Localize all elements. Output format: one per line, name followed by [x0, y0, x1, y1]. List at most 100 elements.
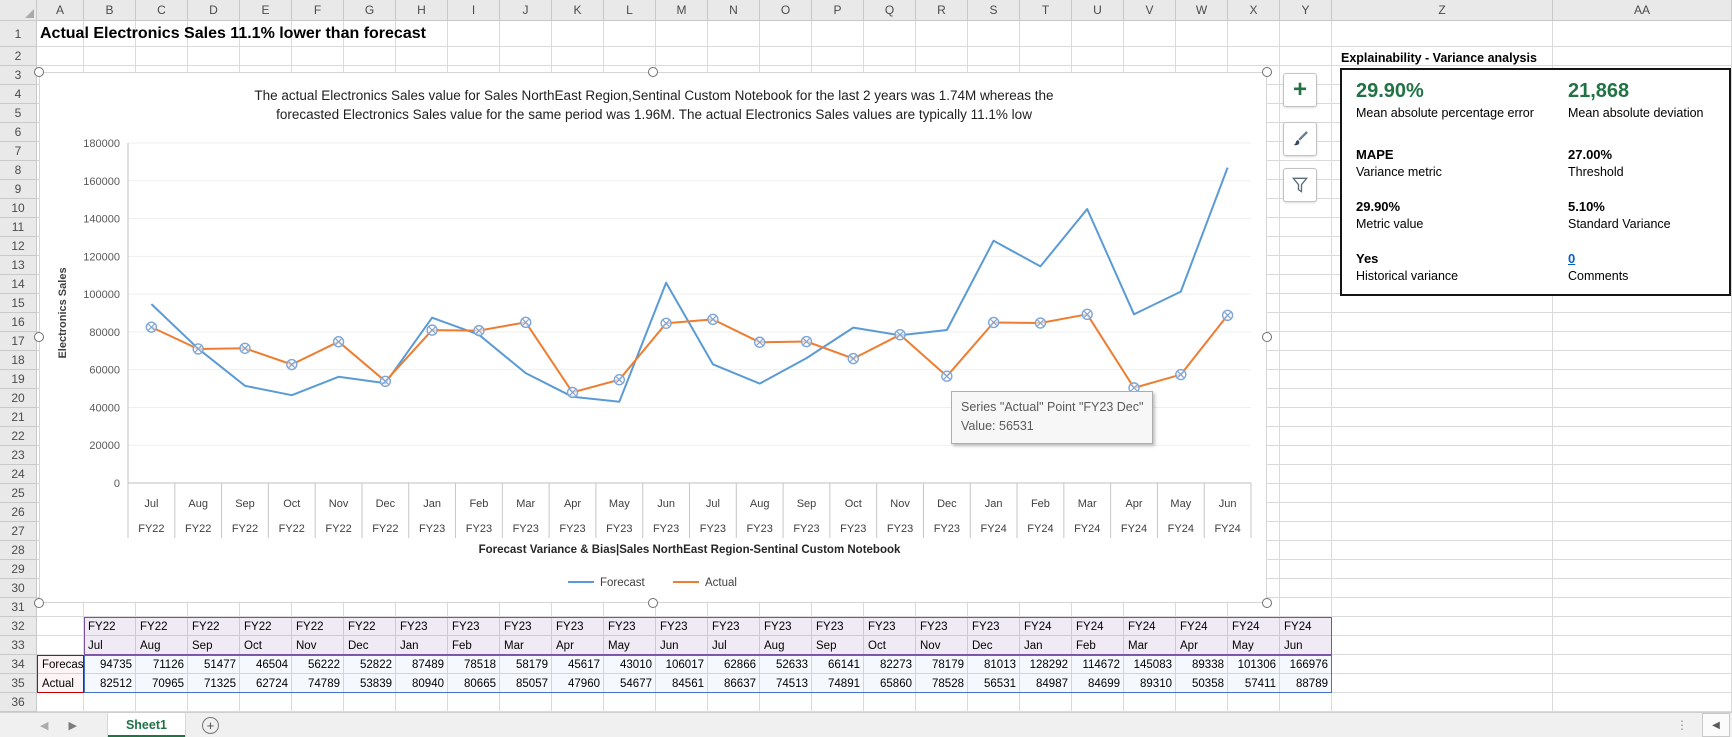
- column-header-r[interactable]: R: [916, 0, 968, 21]
- sheet-nav-right-icon[interactable]: ▶: [68, 719, 76, 732]
- cell-month[interactable]: Mar: [500, 636, 552, 655]
- actual-point-marker[interactable]: [1034, 317, 1047, 329]
- legend-forecast-label[interactable]: Forecast: [600, 577, 646, 589]
- row-header-32[interactable]: 32: [0, 617, 37, 636]
- column-header-l[interactable]: L: [604, 0, 656, 21]
- row-header-9[interactable]: 9: [0, 180, 37, 199]
- actual-point-marker[interactable]: [753, 336, 766, 348]
- cell-actual-value[interactable]: 71325: [188, 674, 240, 693]
- column-header-aa[interactable]: AA: [1553, 0, 1732, 21]
- cell-fy[interactable]: FY23: [552, 617, 604, 636]
- column-header-q[interactable]: Q: [864, 0, 916, 21]
- cell-forecast-value[interactable]: 43010: [604, 655, 656, 674]
- cell-actual-value[interactable]: 57411: [1228, 674, 1280, 693]
- cell-actual-value[interactable]: 84699: [1072, 674, 1124, 693]
- x-axis-title[interactable]: Forecast Variance & Bias|Sales NorthEast…: [479, 544, 901, 556]
- cell-month[interactable]: Mar: [1124, 636, 1176, 655]
- cell-month[interactable]: Feb: [448, 636, 500, 655]
- column-header-s[interactable]: S: [968, 0, 1020, 21]
- cell-month[interactable]: Apr: [552, 636, 604, 655]
- cell-month[interactable]: Nov: [916, 636, 968, 655]
- actual-series-line[interactable]: [150, 313, 1229, 394]
- row-header-21[interactable]: 21: [0, 408, 37, 427]
- sheet-nav-left-icon[interactable]: ◀: [40, 719, 48, 732]
- cell-month[interactable]: Dec: [968, 636, 1020, 655]
- select-all-corner[interactable]: [0, 0, 37, 21]
- actual-point-marker[interactable]: [566, 386, 579, 399]
- cell-month[interactable]: Dec: [344, 636, 396, 655]
- cell-month[interactable]: Sep: [188, 636, 240, 655]
- cell-forecast-value[interactable]: 46504: [240, 655, 292, 674]
- cell-forecast-value[interactable]: 45617: [552, 655, 604, 674]
- cell-fy[interactable]: FY24: [1176, 617, 1228, 636]
- column-header-j[interactable]: J: [500, 0, 552, 21]
- cell-fy[interactable]: FY23: [604, 617, 656, 636]
- actual-point-marker[interactable]: [379, 375, 392, 388]
- chart-filter-button[interactable]: [1283, 168, 1317, 202]
- column-header-i[interactable]: I: [448, 0, 500, 21]
- cell-fy[interactable]: FY23: [968, 617, 1020, 636]
- row-header-33[interactable]: 33: [0, 636, 37, 655]
- row-header-3[interactable]: 3: [0, 66, 37, 85]
- row-header-30[interactable]: 30: [0, 579, 37, 598]
- actual-point-marker[interactable]: [520, 316, 532, 329]
- cell-month[interactable]: Nov: [292, 636, 344, 655]
- cell-fy[interactable]: FY22: [84, 617, 136, 636]
- cell-actual-value[interactable]: 65860: [864, 674, 916, 693]
- column-header-a[interactable]: A: [37, 0, 84, 21]
- row-header-16[interactable]: 16: [0, 313, 37, 332]
- column-header-k[interactable]: K: [552, 0, 604, 21]
- actual-point-marker[interactable]: [1221, 309, 1234, 321]
- row-header-14[interactable]: 14: [0, 275, 37, 294]
- row-header-18[interactable]: 18: [0, 351, 37, 370]
- cell-forecast-value[interactable]: 145083: [1124, 655, 1176, 674]
- column-header-h[interactable]: H: [396, 0, 448, 21]
- add-sheet-button[interactable]: +: [201, 716, 219, 734]
- cell-forecast-value[interactable]: 87489: [396, 655, 448, 674]
- row-header-2[interactable]: 2: [0, 47, 37, 66]
- cell-actual-value[interactable]: 47960: [552, 674, 604, 693]
- cell-month[interactable]: Sep: [812, 636, 864, 655]
- cell-forecast-value[interactable]: 51477: [188, 655, 240, 674]
- cell-actual-value[interactable]: 80940: [396, 674, 448, 693]
- cell-actual-value[interactable]: 74513: [760, 674, 812, 693]
- cell-actual-value[interactable]: 56531: [968, 674, 1020, 693]
- chart-selection-handle[interactable]: [1262, 67, 1272, 77]
- cell-actual-value[interactable]: 53839: [344, 674, 396, 693]
- cell-forecast-value[interactable]: 82273: [864, 655, 916, 674]
- cell-actual-value[interactable]: 54677: [604, 674, 656, 693]
- actual-point-marker[interactable]: [987, 316, 1000, 329]
- actual-point-marker[interactable]: [192, 343, 204, 355]
- cell-actual-value[interactable]: 85057: [500, 674, 552, 693]
- column-header-n[interactable]: N: [708, 0, 760, 21]
- row-header-4[interactable]: 4: [0, 85, 37, 104]
- forecast-series-line[interactable]: [150, 167, 1229, 403]
- cell-month[interactable]: Oct: [864, 636, 916, 655]
- cell-month[interactable]: Feb: [1072, 636, 1124, 655]
- cell-fy[interactable]: FY23: [448, 617, 500, 636]
- column-header-f[interactable]: F: [292, 0, 344, 21]
- cell-actual-value[interactable]: 74891: [812, 674, 864, 693]
- cell-fy[interactable]: FY22: [344, 617, 396, 636]
- chart-selection-handle[interactable]: [1262, 332, 1272, 342]
- row-header-11[interactable]: 11: [0, 218, 37, 237]
- cell-forecast-value[interactable]: 52633: [760, 655, 812, 674]
- cell-month[interactable]: Jun: [1280, 636, 1332, 655]
- column-header-z[interactable]: Z: [1332, 0, 1553, 21]
- column-header-g[interactable]: G: [344, 0, 396, 21]
- cell-actual-value[interactable]: 88789: [1280, 674, 1332, 693]
- cell-month[interactable]: Jul: [708, 636, 760, 655]
- cell-month[interactable]: Aug: [760, 636, 812, 655]
- cell-actual-value[interactable]: 62724: [240, 674, 292, 693]
- cell-fy[interactable]: FY23: [812, 617, 864, 636]
- cell-forecast-value[interactable]: 166976: [1280, 655, 1332, 674]
- cell-forecast-value[interactable]: 66141: [812, 655, 864, 674]
- chart-title-line[interactable]: forecasted Electronics Sales value for t…: [276, 107, 1032, 122]
- cell-month[interactable]: Apr: [1176, 636, 1228, 655]
- row-header-7[interactable]: 7: [0, 142, 37, 161]
- column-header-w[interactable]: W: [1176, 0, 1228, 21]
- cell-month[interactable]: Jan: [1020, 636, 1072, 655]
- column-header-c[interactable]: C: [136, 0, 188, 21]
- cell-fy[interactable]: FY23: [916, 617, 968, 636]
- cell-forecast-value[interactable]: 89338: [1176, 655, 1228, 674]
